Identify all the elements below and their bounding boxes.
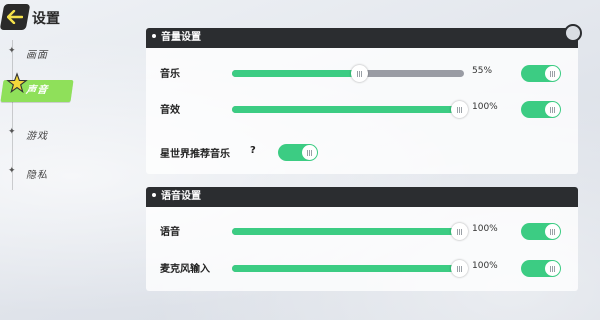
back-button[interactable]: [0, 4, 31, 30]
slider-fill: [232, 228, 464, 235]
slider-fill: [232, 265, 464, 272]
voice-row: 语音 100%: [146, 218, 578, 244]
row-label: 音乐: [160, 69, 180, 80]
header: 设置: [0, 0, 140, 34]
voice-panel: 语音设置 语音 100% 麦克风输入 100%: [146, 187, 578, 291]
slider-value: 55%: [472, 66, 493, 76]
panel-title: 语音设置: [161, 191, 201, 202]
bullet-icon: ✦: [8, 166, 16, 176]
music-row: 音乐 55%: [146, 60, 578, 86]
row-label: 语音: [160, 227, 180, 238]
sfx-row: 音效 100%: [146, 96, 578, 122]
slider-value: 100%: [472, 261, 498, 271]
slider-thumb[interactable]: [451, 223, 468, 240]
mic-slider[interactable]: [232, 260, 468, 277]
corner-icon: [564, 24, 582, 42]
slider-thumb[interactable]: [451, 101, 468, 118]
recommend-music-row: 星世界推荐音乐 ?: [146, 140, 578, 166]
slider-fill: [232, 70, 360, 77]
music-slider[interactable]: [232, 65, 464, 82]
toggle-knob: [545, 66, 560, 81]
nav-item-game[interactable]: ✦ 游戏: [0, 121, 130, 147]
row-label: 星世界推荐音乐: [160, 149, 230, 160]
toggle-knob: [545, 261, 560, 276]
slider-thumb[interactable]: [451, 260, 468, 277]
mic-row: 麦克风输入 100%: [146, 255, 578, 281]
page-title: 设置: [32, 11, 60, 27]
slider-fill: [232, 106, 464, 113]
panel-header: 音量设置: [146, 24, 582, 48]
nav-item-label: 隐私: [26, 170, 48, 181]
dot-icon: [152, 34, 156, 38]
bullet-icon: ✦: [8, 46, 16, 56]
nav-item-privacy[interactable]: ✦ 隐私: [0, 160, 130, 186]
nav-item-label: 画面: [26, 50, 48, 61]
back-arrow-icon: [7, 10, 23, 24]
star-icon: [6, 72, 28, 94]
slider-thumb[interactable]: [351, 65, 369, 82]
nav-item-label: 游戏: [26, 131, 48, 142]
sfx-toggle[interactable]: [521, 101, 561, 118]
help-icon[interactable]: ?: [250, 145, 256, 156]
toggle-knob: [545, 102, 560, 117]
row-label: 麦克风输入: [160, 264, 210, 275]
toggle-knob: [302, 145, 317, 160]
nav-item-sound[interactable]: 声音: [0, 72, 132, 106]
panel-title: 音量设置: [161, 32, 201, 43]
music-toggle[interactable]: [521, 65, 561, 82]
voice-toggle[interactable]: [521, 223, 561, 240]
row-label: 音效: [160, 105, 180, 116]
recommend-music-toggle[interactable]: [278, 144, 318, 161]
panel-header: 语音设置: [146, 187, 578, 207]
dot-icon: [152, 193, 156, 197]
voice-slider[interactable]: [232, 223, 468, 240]
mic-toggle[interactable]: [521, 260, 561, 277]
slider-value: 100%: [472, 224, 498, 234]
sfx-slider[interactable]: [232, 101, 468, 118]
toggle-knob: [545, 224, 560, 239]
slider-value: 100%: [472, 102, 498, 112]
bullet-icon: ✦: [8, 127, 16, 137]
nav-item-display[interactable]: ✦ 画面: [0, 40, 130, 66]
volume-panel: 音量设置 音乐 55% 音效 100% 星世界推荐音乐 ?: [146, 24, 582, 174]
